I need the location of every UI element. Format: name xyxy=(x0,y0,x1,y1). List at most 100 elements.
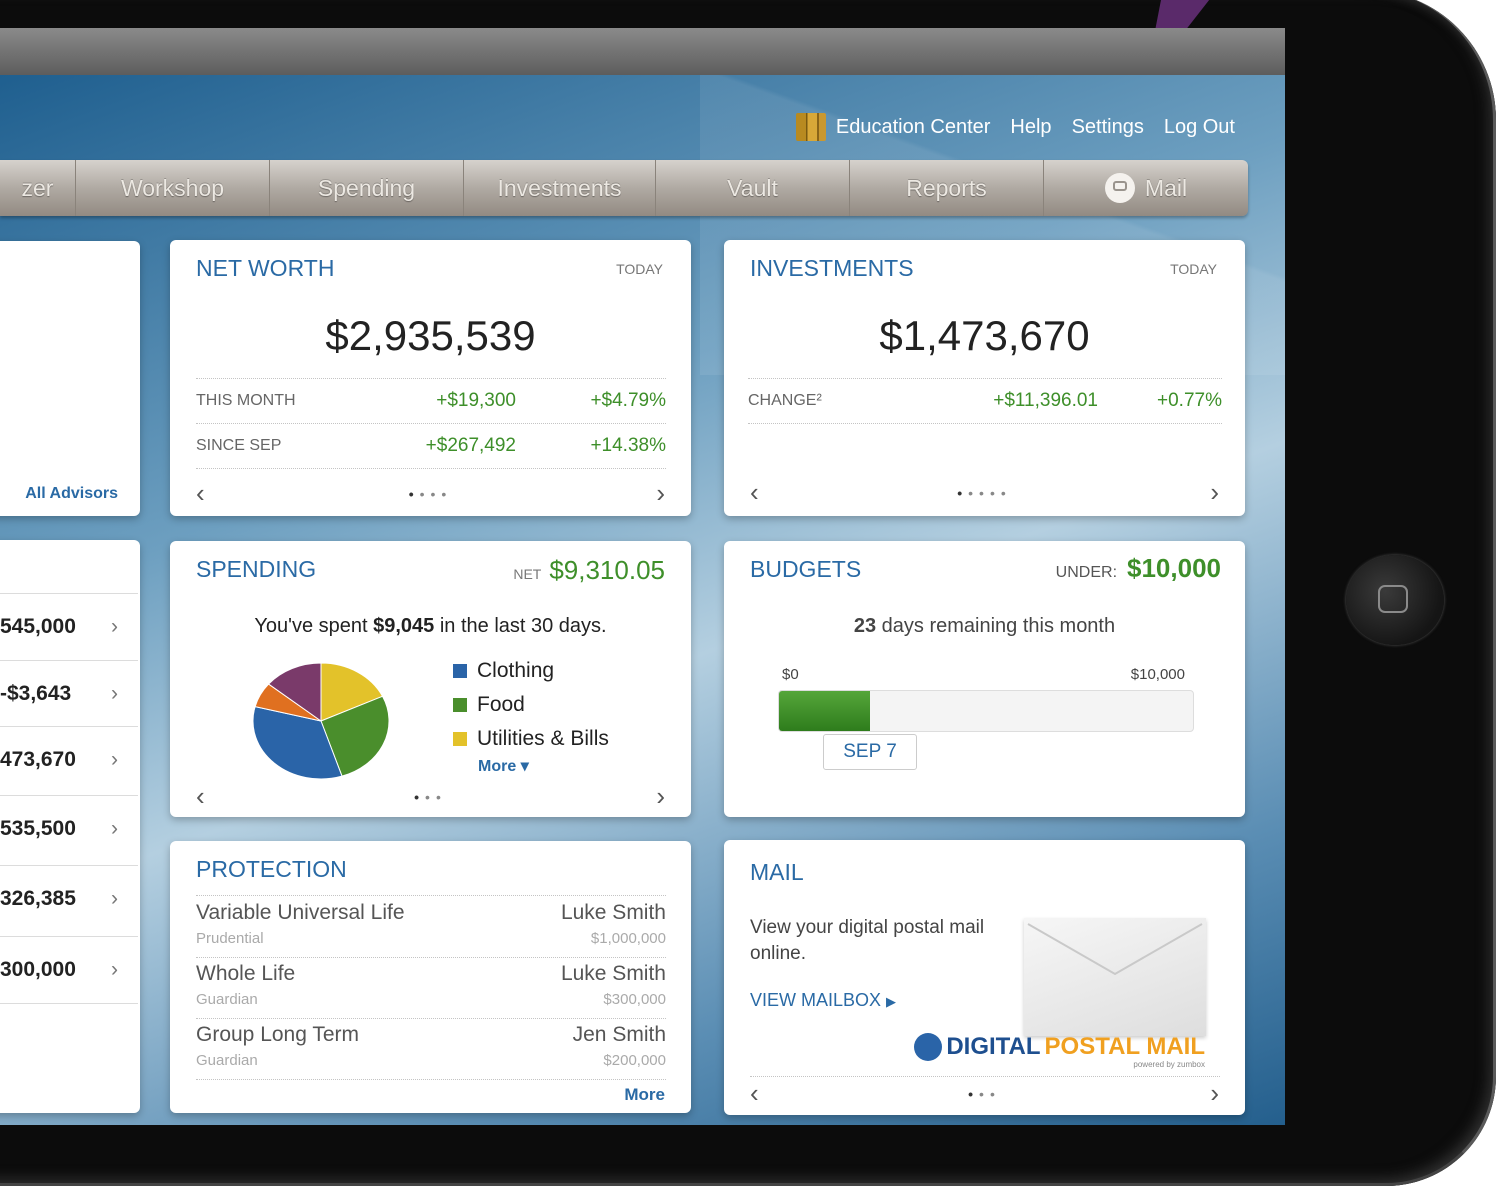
net-worth-row: SINCE SEP +$267,492 +14.38% xyxy=(196,423,666,469)
tab-mail[interactable]: Mail xyxy=(1044,160,1248,216)
chevron-right-icon: › xyxy=(111,748,118,771)
home-square-icon xyxy=(1378,585,1408,613)
account-row[interactable]: 473,670 › xyxy=(0,726,138,793)
legend-swatch xyxy=(453,732,467,746)
mail-text: View your digital postal mail online. xyxy=(750,917,985,964)
legend-item: Food xyxy=(453,688,609,722)
tab-reports[interactable]: Reports xyxy=(850,160,1044,216)
investments-value: $1,473,670 xyxy=(879,312,1090,359)
net-worth-title: NET WORTH xyxy=(196,255,335,281)
investments-title: INVESTMENTS xyxy=(750,255,914,281)
chevron-right-icon: › xyxy=(111,682,118,705)
mail-icon xyxy=(1104,173,1135,203)
chevron-left-icon[interactable]: ‹ xyxy=(196,478,205,509)
spending-more-link[interactable]: More ▾ xyxy=(478,756,609,776)
legend-item: Utilities & Bills xyxy=(453,722,609,756)
divider xyxy=(196,895,666,896)
budgets-title: BUDGETS xyxy=(750,556,862,582)
account-row[interactable]: 326,385 › xyxy=(0,865,138,932)
protection-title: PROTECTION xyxy=(196,856,347,882)
chevron-right-icon[interactable]: › xyxy=(1210,1078,1219,1109)
budgets-under: UNDER: $10,000 xyxy=(1055,553,1221,583)
logout-link[interactable]: Log Out xyxy=(1164,116,1235,139)
mail-title: MAIL xyxy=(750,859,804,885)
all-advisors-link[interactable]: All Advisors xyxy=(25,485,118,503)
tab-spending[interactable]: Spending xyxy=(270,160,464,216)
investments-pager: ‹ ••••• › xyxy=(724,477,1245,508)
chevron-right-icon: › xyxy=(111,817,118,840)
mail-card[interactable]: MAIL View your digital postal mail onlin… xyxy=(724,840,1245,1115)
top-links: Education Center Help Settings Log Out xyxy=(795,113,1235,141)
brand-icon xyxy=(914,1033,943,1061)
account-row[interactable]: -$3,643 › xyxy=(0,660,138,727)
chevron-left-icon[interactable]: ‹ xyxy=(196,781,205,812)
chevron-left-icon[interactable]: ‹ xyxy=(750,477,759,508)
app-screen: Education Center Help Settings Log Out z… xyxy=(0,75,1285,1125)
tab-vault[interactable]: Vault xyxy=(656,160,850,216)
education-center-link[interactable]: Education Center xyxy=(795,113,990,141)
account-row[interactable]: 535,500 › xyxy=(0,795,138,862)
budgets-days: 23 days remaining this month xyxy=(853,615,1116,637)
spending-net: NET $9,310.05 xyxy=(513,555,665,585)
budget-min: $0 xyxy=(782,666,799,683)
investments-change-row: CHANGE² +$11,396.01 +0.77% xyxy=(748,378,1222,424)
accounts-card: 545,000 › -$3,643 › 473,670 › 535,500 › 326,… xyxy=(0,540,140,1113)
budget-max: $10,000 xyxy=(1130,666,1185,683)
tab-organizer[interactable]: zer xyxy=(0,160,76,216)
chevron-right-icon: › xyxy=(111,958,118,981)
spending-card[interactable]: SPENDING NET $9,310.05 You've spent $9,0… xyxy=(170,541,691,817)
chevron-right-icon[interactable]: › xyxy=(1210,477,1219,508)
tab-workshop[interactable]: Workshop xyxy=(76,160,270,216)
book-icon xyxy=(795,113,826,141)
net-worth-value: $2,935,539 xyxy=(325,312,536,359)
page-dots: ••••• xyxy=(957,484,1012,501)
protection-card[interactable]: PROTECTION Variable Universal Life Prude… xyxy=(170,841,691,1113)
advisors-card: All Advisors xyxy=(0,241,140,516)
page-dots: ••• xyxy=(414,788,447,805)
policy-row[interactable]: Whole Life Guardian Luke Smith $300,000 xyxy=(196,958,666,1019)
policy-row[interactable]: Variable Universal Life Prudential Luke … xyxy=(196,897,666,958)
main-nav: zer Workshop Spending Investments Vault … xyxy=(0,160,1248,216)
policy-row[interactable]: Group Long Term Guardian Jen Smith $200,… xyxy=(196,1019,666,1080)
budget-progress-fill xyxy=(779,691,871,731)
legend-swatch xyxy=(453,664,467,678)
home-button[interactable] xyxy=(1346,555,1444,645)
net-worth-pager: ‹ •••• › xyxy=(170,478,691,509)
page-dots: ••• xyxy=(968,1085,1001,1102)
mail-pager: ‹ ••• › xyxy=(724,1078,1245,1109)
help-link[interactable]: Help xyxy=(1010,116,1051,139)
spending-title: SPENDING xyxy=(196,556,317,582)
view-mailbox-link[interactable]: VIEW MAILBOX ▶ xyxy=(750,990,896,1011)
chevron-right-icon: › xyxy=(111,887,118,910)
protection-more-link[interactable]: More xyxy=(624,1085,665,1105)
investments-period: TODAY xyxy=(1170,261,1217,277)
legend-swatch xyxy=(453,698,467,712)
account-row[interactable]: 545,000 › xyxy=(0,593,138,660)
chevron-left-icon[interactable]: ‹ xyxy=(750,1078,759,1109)
budget-date-marker: SEP 7 xyxy=(823,734,917,770)
chevron-right-icon[interactable]: › xyxy=(656,478,665,509)
investments-card[interactable]: INVESTMENTS TODAY $1,473,670 CHANGE² +$1… xyxy=(724,240,1245,516)
envelope-icon xyxy=(1024,918,1206,1036)
spending-legend: Clothing Food Utilities & Bills More ▾ xyxy=(453,654,609,776)
spending-pager: ‹ ••• › xyxy=(170,781,691,812)
net-worth-card[interactable]: NET WORTH TODAY $2,935,539 THIS MONTH +$… xyxy=(170,240,691,516)
caret-down-icon: ▾ xyxy=(520,758,529,775)
chevron-right-icon: › xyxy=(111,615,118,638)
spending-summary: You've spent $9,045 in the last 30 days. xyxy=(254,615,607,637)
tab-investments[interactable]: Investments xyxy=(464,160,656,216)
legend-item: Clothing xyxy=(453,654,609,688)
account-row[interactable]: 300,000 › xyxy=(0,936,138,1004)
budget-progress-track xyxy=(778,690,1194,732)
divider xyxy=(750,1076,1220,1077)
net-worth-period: TODAY xyxy=(616,261,663,277)
powered-by: powered by zumbox xyxy=(1133,1060,1205,1069)
budgets-card[interactable]: BUDGETS UNDER: $10,000 23 days remaining… xyxy=(724,541,1245,817)
digital-postal-mail-logo: DIGITAL POSTAL MAIL xyxy=(914,1033,1205,1061)
play-arrow-icon: ▶ xyxy=(886,994,897,1009)
settings-link[interactable]: Settings xyxy=(1072,116,1144,139)
page-dots: •••• xyxy=(408,485,453,502)
chevron-right-icon[interactable]: › xyxy=(656,781,665,812)
tablet-top-bezel xyxy=(0,28,1285,76)
spending-pie-chart[interactable] xyxy=(250,659,392,783)
